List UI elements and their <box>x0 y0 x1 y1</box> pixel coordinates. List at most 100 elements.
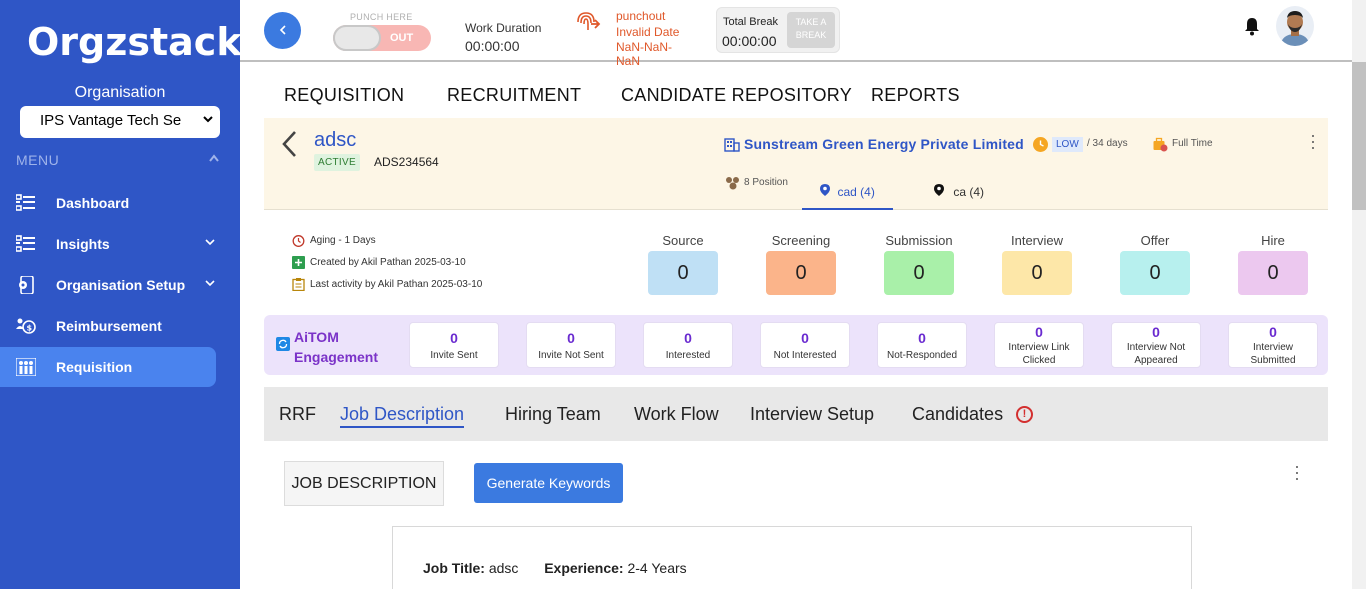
tab-job-description[interactable]: Job Description <box>340 404 465 428</box>
stage-count: 0 <box>1238 251 1308 295</box>
main-nav-candidate-repository[interactable]: CANDIDATE REPOSITORY <box>621 85 852 106</box>
break-panel: Total Break 00:00:00 TAKE A BREAK <box>716 7 840 53</box>
engagement-card-not-interested[interactable]: 0 Not Interested <box>760 322 850 368</box>
stage-count: 0 <box>884 251 954 295</box>
engagement-label: Invite Sent <box>430 350 478 361</box>
organisation-select[interactable]: IPS Vantage Tech Se <box>20 106 220 138</box>
top-header: PUNCH HERE OUT Work Duration 00:00:00 pu… <box>240 0 1352 68</box>
company-name[interactable]: Sunstream Green Energy Private Limited <box>744 136 1024 152</box>
engagement-label-line2: Submitted <box>1250 355 1296 366</box>
money-people-icon: $ <box>16 318 36 334</box>
engagement-count: 0 <box>450 330 458 346</box>
clock-icon <box>1033 137 1048 152</box>
back-button[interactable] <box>280 130 298 166</box>
requisition-header: adsc ACTIVE ADS234564 Sunstream Green En… <box>264 118 1328 210</box>
punch-state: OUT <box>390 32 414 44</box>
location-pin-icon <box>820 184 831 196</box>
engagement-label: Interview Submitted <box>1229 341 1317 367</box>
tab-rrf[interactable]: RRF <box>279 404 316 425</box>
engagement-card-submitted[interactable]: 0 Interview Submitted <box>1228 322 1318 368</box>
tab-interview-setup[interactable]: Interview Setup <box>750 404 874 425</box>
sidebar-item-organisation-setup[interactable]: Organisation Setup <box>0 265 216 305</box>
main-nav-recruitment[interactable]: RECRUITMENT <box>447 85 581 106</box>
total-break-label: Total Break <box>723 16 779 28</box>
main-nav: REQUISITION RECRUITMENT CANDIDATE REPOSI… <box>264 72 1328 118</box>
stage-submission[interactable]: Submission 0 <box>884 233 954 295</box>
location-tab-label: cad (4) <box>837 185 875 199</box>
punchout-date-line3: NaN <box>616 54 641 68</box>
engagement-card-interested[interactable]: 0 Interested <box>643 322 733 368</box>
tab-candidates[interactable]: Candidates <box>912 404 1003 425</box>
engagement-card-not-appeared[interactable]: 0 Interview Not Appeared <box>1111 322 1201 368</box>
building-icon <box>724 138 740 152</box>
generate-keywords-button[interactable]: Generate Keywords <box>474 463 623 503</box>
app-logo: Orgzstack <box>27 20 242 64</box>
engagement-label: Interested <box>665 350 711 361</box>
engagement-count: 0 <box>1152 324 1160 340</box>
stage-source[interactable]: Source 0 <box>648 233 718 295</box>
experience-value: 2-4 Years <box>627 560 687 576</box>
chevron-down-icon <box>202 112 214 128</box>
requisition-name: adsc <box>314 129 357 151</box>
sidebar: Orgzstack Organisation IPS Vantage Tech … <box>0 0 242 589</box>
punch-toggle[interactable]: OUT <box>333 25 431 51</box>
organisation-select-value: IPS Vantage Tech Se <box>40 112 182 129</box>
avatar[interactable] <box>1276 6 1314 46</box>
main-nav-requisition[interactable]: REQUISITION <box>284 85 404 106</box>
location-tab-cad[interactable]: cad (4) <box>802 173 893 210</box>
engagement-label-line1: Interview Not <box>1126 342 1186 353</box>
punchout-date: Invalid Date <box>616 25 680 39</box>
created-text: Created by Akil Pathan 2025-03-10 <box>310 257 466 268</box>
punchout-date-line2: NaN-NaN- <box>616 40 673 54</box>
stage-count: 0 <box>1002 251 1072 295</box>
stage-label: Screening <box>771 233 831 248</box>
sidebar-item-insights[interactable]: Insights <box>0 224 216 264</box>
job-title-value: adsc <box>488 560 519 576</box>
take-break-label-1: TAKE A <box>795 17 827 27</box>
engagement-count: 0 <box>1269 324 1277 340</box>
organisation-label: Organisation <box>74 84 166 101</box>
engagement-label-line2: Appeared <box>1134 355 1178 366</box>
detail-tabs: RRF Job Description Hiring Team Work Flo… <box>264 387 1328 441</box>
engagement-card-link-clicked[interactable]: 0 Interview Link Clicked <box>994 322 1084 368</box>
work-duration-value: 00:00:00 <box>465 38 520 54</box>
sidebar-toggle-button[interactable] <box>264 12 301 49</box>
tab-work-flow[interactable]: Work Flow <box>634 404 719 425</box>
stage-hire[interactable]: Hire 0 <box>1238 233 1308 295</box>
sidebar-item-requisition[interactable]: Requisition <box>0 347 216 387</box>
engagement-card-invite-not-sent[interactable]: 0 Invite Not Sent <box>526 322 616 368</box>
stage-label: Hire <box>1261 233 1285 248</box>
stage-screening[interactable]: Screening 0 <box>766 233 836 295</box>
tab-hiring-team[interactable]: Hiring Team <box>505 404 601 425</box>
more-options-icon[interactable]: · · · <box>1310 126 1316 156</box>
aitom-engagement: AiTOM Engagement 0 Invite Sent 0 Invite … <box>264 315 1328 375</box>
aitom-title: AiTOM Engagement <box>294 327 378 367</box>
list-icon <box>16 194 35 211</box>
stage-count: 0 <box>648 251 718 295</box>
briefcase-clock-icon <box>1153 137 1168 152</box>
main-nav-reports[interactable]: REPORTS <box>871 85 960 106</box>
clipboard-icon <box>292 278 305 291</box>
job-title-label: Job Title: <box>423 560 485 576</box>
take-break-label-2: BREAK <box>795 30 827 40</box>
location-tab-ca[interactable]: ca (4) <box>934 173 984 210</box>
engagement-count: 0 <box>801 330 809 346</box>
bell-icon[interactable] <box>1242 16 1262 36</box>
engagement-card-not-responded[interactable]: 0 Not-Responded <box>877 322 967 368</box>
job-description-section-button[interactable]: JOB DESCRIPTION <box>284 461 444 506</box>
device-gear-icon <box>19 276 34 294</box>
engagement-label: Interview Link Clicked <box>995 341 1083 367</box>
scrollbar-thumb[interactable] <box>1352 62 1366 210</box>
priority-badge: LOW <box>1052 137 1083 152</box>
sidebar-item-reimbursement[interactable]: $ Reimbursement <box>0 306 216 346</box>
job-description-panel: JOB DESCRIPTION Generate Keywords · · · Jo… <box>264 441 1320 589</box>
sidebar-item-dashboard[interactable]: Dashboard <box>0 183 216 223</box>
stage-offer[interactable]: Offer 0 <box>1120 233 1190 295</box>
engagement-card-invite-sent[interactable]: 0 Invite Sent <box>409 322 499 368</box>
stage-interview[interactable]: Interview 0 <box>1002 233 1072 295</box>
take-break-button[interactable]: TAKE A BREAK <box>787 12 835 48</box>
people-icon <box>16 358 36 376</box>
chevron-up-icon[interactable] <box>208 152 220 166</box>
engagement-count: 0 <box>1035 324 1043 340</box>
more-options-icon[interactable]: · · · <box>1294 457 1300 487</box>
